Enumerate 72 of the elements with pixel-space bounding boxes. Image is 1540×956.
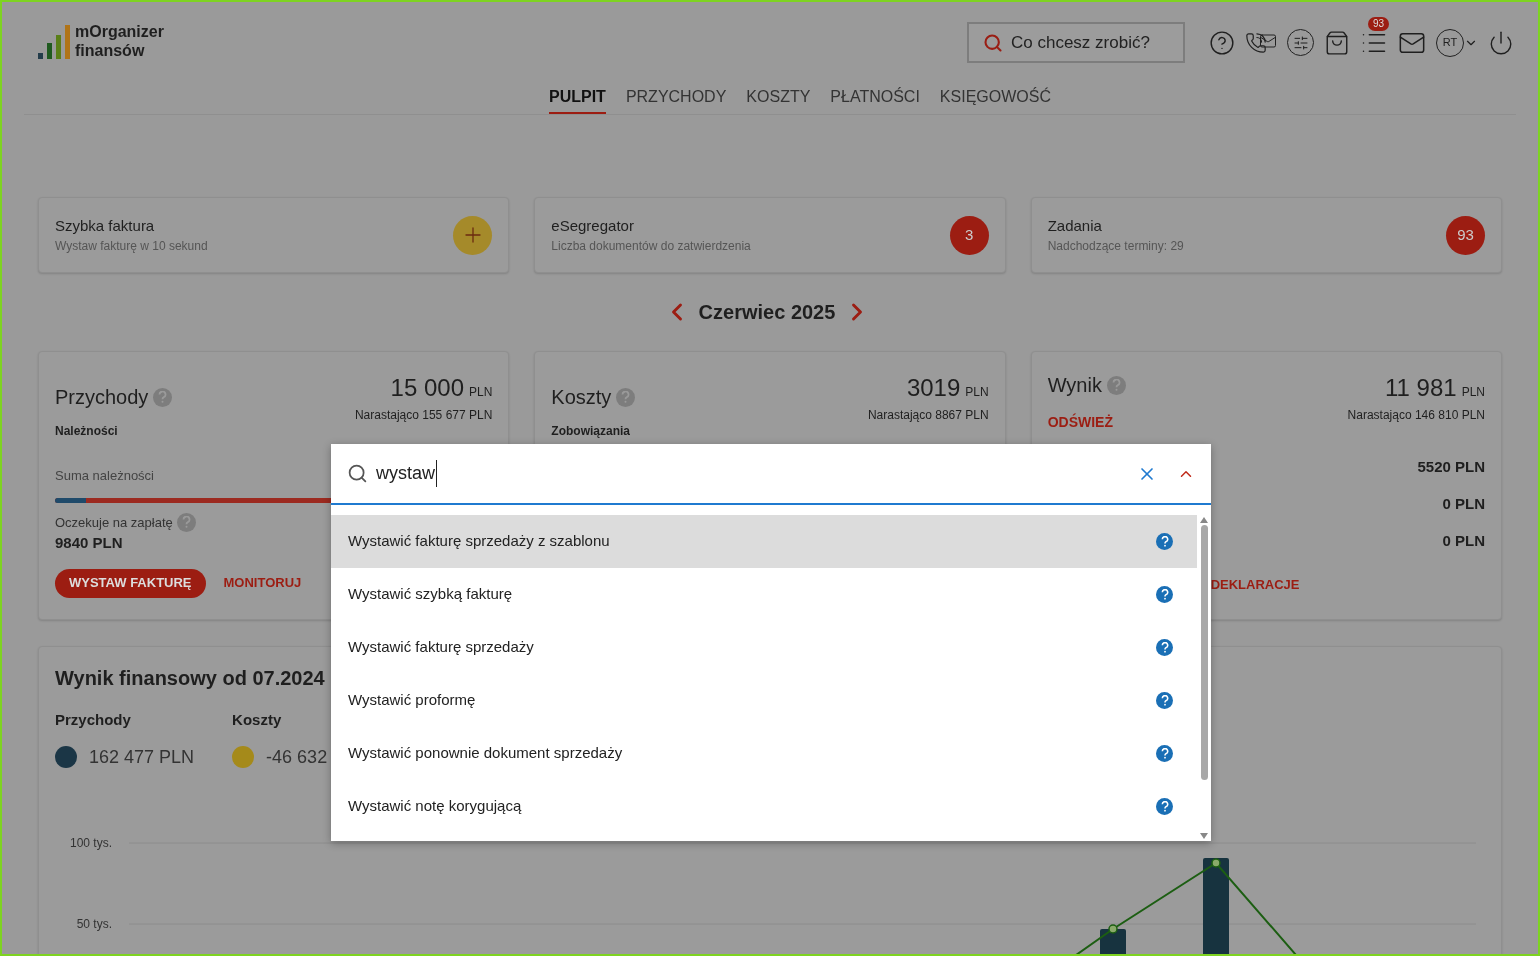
result-item[interactable]: Wystawić fakturę sprzedaży z szablonu xyxy=(331,515,1197,568)
section-label: Zobowiązania xyxy=(551,423,630,440)
legend-title: Koszty xyxy=(232,710,283,730)
nav-tab[interactable]: KOSZTY xyxy=(746,85,811,114)
value-text: 0 PLN xyxy=(1442,494,1485,514)
phone-mail-icon[interactable] xyxy=(1245,31,1277,54)
bag-icon[interactable] xyxy=(1324,29,1350,56)
tile-card[interactable]: Zadania Nadchodzące terminy: 29 93 xyxy=(1030,197,1502,273)
scrollbar[interactable] xyxy=(1197,515,1211,841)
logo-text: finansów xyxy=(75,41,146,60)
waiting-label: Oczekuje na zapłatę xyxy=(55,513,173,532)
point xyxy=(1108,923,1118,934)
axis-label: 100 tys. xyxy=(69,835,112,850)
tile-title: Zadania xyxy=(1047,215,1103,236)
issue-invoice-button[interactable]: WYSTAW FAKTURĘ xyxy=(55,568,206,598)
help-icon[interactable] xyxy=(1209,29,1235,56)
sum-label: Suma należności xyxy=(55,467,154,485)
amount: 15 000 xyxy=(390,373,464,403)
scroll-up-icon[interactable] xyxy=(1200,517,1208,523)
tile-card[interactable]: eSegregator Liczba dokumentów do zatwierdzenia 3 xyxy=(534,197,1006,273)
card-title: Wynik xyxy=(1047,373,1102,398)
nav-tab[interactable]: KSIĘGOWOŚĆ xyxy=(939,85,1051,114)
scroll-down-icon[interactable] xyxy=(1200,833,1208,839)
legend-value: -46 632 xyxy=(266,745,328,769)
axis-label: 50 tys. xyxy=(76,916,112,931)
nav-tab[interactable]: PŁATNOŚCI xyxy=(830,85,920,114)
legend-value: 162 477 PLN xyxy=(89,745,195,769)
search-field[interactable]: Co chcesz zrobić? xyxy=(967,22,1185,63)
legend-title: Przychody xyxy=(55,710,132,730)
card-title: Przychody xyxy=(55,385,149,410)
placeholder-text: Co chcesz zrobić? xyxy=(1011,31,1150,54)
waiting-value: 9840 PLN xyxy=(55,533,123,553)
nav-tab[interactable]: PULPIT xyxy=(549,85,606,114)
amount: 3019 xyxy=(906,373,961,403)
tile-subtitle: Liczba dokumentów do zatwierdzenia xyxy=(551,238,751,256)
currency: PLN xyxy=(965,384,989,401)
currency: PLN xyxy=(469,384,493,401)
bar-chart-icon xyxy=(38,25,72,60)
add-icon[interactable] xyxy=(453,215,493,255)
count-badge: 3 xyxy=(949,215,989,255)
tile-card[interactable]: Szybka faktura Wystaw fakturę w 10 sekund xyxy=(38,197,510,273)
help-icon[interactable] xyxy=(1156,533,1173,550)
power-icon[interactable] xyxy=(1488,29,1514,56)
amount: 11 981 xyxy=(1385,373,1457,403)
cumulative-text: Narastająco 155 677 PLN xyxy=(354,407,493,424)
currency: PLN xyxy=(1461,384,1485,401)
search-icon xyxy=(347,463,368,484)
help-icon[interactable] xyxy=(1156,586,1173,603)
value-text: 0 PLN xyxy=(1442,531,1485,551)
help-icon[interactable] xyxy=(1156,639,1173,656)
search-input[interactable]: wystaw xyxy=(331,444,1211,505)
notification-badge: 93 xyxy=(1368,16,1390,31)
cumulative-text: Narastająco 8867 PLN xyxy=(867,407,989,424)
point xyxy=(1211,857,1221,868)
help-icon[interactable] xyxy=(1156,745,1173,762)
card-title: Koszty xyxy=(551,385,612,410)
count-badge: 93 xyxy=(1446,215,1485,255)
month-label: Czerwiec 2025 xyxy=(698,300,836,325)
section-label: Należności xyxy=(55,423,118,440)
value-text: 5520 PLN xyxy=(1417,457,1485,477)
search-icon xyxy=(983,32,1003,53)
tile-subtitle: Wystaw fakturę w 10 sekund xyxy=(55,238,208,256)
help-icon[interactable] xyxy=(1156,798,1173,815)
tile-title: eSegregator xyxy=(551,215,635,236)
cumulative-text: Narastająco 146 810 PLN xyxy=(1347,407,1485,424)
nav-tab[interactable]: PRZYCHODY xyxy=(625,85,727,114)
tile-title: Szybka faktura xyxy=(55,215,156,236)
logo-text: mOrganizer xyxy=(75,22,164,41)
tile-subtitle: Nadchodzące terminy: 29 xyxy=(1047,238,1184,256)
help-icon[interactable] xyxy=(1156,692,1173,709)
search-query: wystaw xyxy=(376,460,437,487)
card-title: Wynik finansowy od 07.2024 xyxy=(54,666,326,691)
